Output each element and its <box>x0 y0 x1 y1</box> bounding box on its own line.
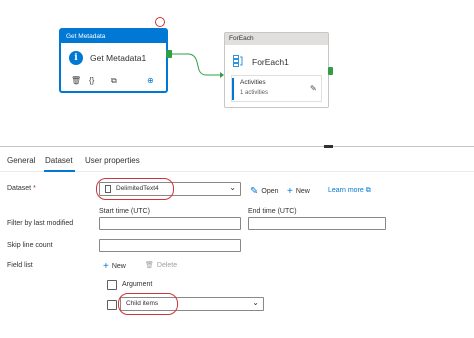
foreach-icon <box>233 55 243 67</box>
learn-more-link[interactable]: Learn more ⧉ <box>328 187 371 195</box>
activity-name: ForEach1 <box>252 57 289 67</box>
copy-icon[interactable]: ⧉ <box>111 75 117 87</box>
open-button[interactable]: ✎ Open <box>250 186 279 197</box>
activity-type-label: ForEach <box>225 33 328 45</box>
end-time-input[interactable] <box>248 217 386 230</box>
activity-name: Get Metadata1 <box>90 53 147 63</box>
pencil-icon: ✎ <box>250 186 259 197</box>
activity-type-label: Get Metadata <box>61 30 166 43</box>
start-time-input[interactable] <box>99 217 241 230</box>
properties-tabs: General Dataset User properties <box>0 152 474 172</box>
select-all-checkbox[interactable] <box>107 280 117 290</box>
activities-count: 1 activities <box>240 90 269 96</box>
new-dataset-button[interactable]: + New <box>287 186 310 197</box>
success-output-handle[interactable] <box>328 67 333 75</box>
plus-icon: + <box>103 261 109 272</box>
filter-by-last-modified-label: Filter by last modified <box>7 220 74 227</box>
plus-icon: + <box>287 186 293 197</box>
go-icon[interactable]: ⊕ <box>147 75 154 87</box>
info-icon: i <box>69 51 83 65</box>
row-checkbox[interactable] <box>107 300 117 310</box>
get-metadata-activity[interactable]: Get Metadata i Get Metadata1 🗑 {} ⧉ ⊕ <box>60 29 167 92</box>
delete-icon[interactable]: 🗑 <box>71 75 81 87</box>
chevron-down-icon: ⌄ <box>229 183 236 192</box>
dataset-file-icon <box>105 185 111 193</box>
error-indicator-icon <box>155 17 165 27</box>
activity-actions: 🗑 {} ⧉ ⊕ <box>71 75 163 87</box>
skip-line-count-label: Skip line count <box>7 242 53 249</box>
tab-user-properties[interactable]: User properties <box>85 156 140 165</box>
foreach-activity[interactable]: ForEach ForEach1 Activities 1 activities… <box>224 32 329 108</box>
edit-pencil-icon[interactable]: ✎ <box>310 84 317 93</box>
end-time-label: End time (UTC) <box>248 208 297 215</box>
delete-field-button: 🗑 Delete <box>145 262 178 269</box>
argument-select[interactable]: Child items ⌄ <box>120 297 264 311</box>
activities-label: Activities <box>240 79 266 86</box>
skip-line-count-input[interactable] <box>99 239 241 252</box>
tab-dataset[interactable]: Dataset <box>45 156 73 165</box>
code-icon[interactable]: {} <box>89 75 94 87</box>
delete-icon: 🗑 <box>145 262 154 269</box>
add-field-button[interactable]: + New <box>103 261 126 272</box>
panel-splitter <box>0 146 474 147</box>
inner-activities-box[interactable]: Activities 1 activities ✎ <box>231 75 322 102</box>
splitter-handle[interactable] <box>324 145 333 148</box>
active-tab-indicator <box>44 170 75 172</box>
argument-column-header: Argument <box>122 281 153 288</box>
tab-general[interactable]: General <box>7 156 35 165</box>
argument-value: Child items <box>126 300 159 307</box>
pipeline-canvas[interactable]: Get Metadata i Get Metadata1 🗑 {} ⧉ ⊕ Fo… <box>0 0 474 146</box>
chevron-down-icon: ⌄ <box>252 298 259 307</box>
dataset-label: Dataset * <box>7 185 36 192</box>
success-output-handle[interactable] <box>166 50 172 58</box>
accent-bar <box>232 78 234 100</box>
dataset-select[interactable]: DelimitedText4 ⌄ <box>99 182 241 196</box>
field-list-label: Field list <box>7 262 33 269</box>
dataset-value: DelimitedText4 <box>116 185 159 192</box>
start-time-label: Start time (UTC) <box>99 208 150 215</box>
